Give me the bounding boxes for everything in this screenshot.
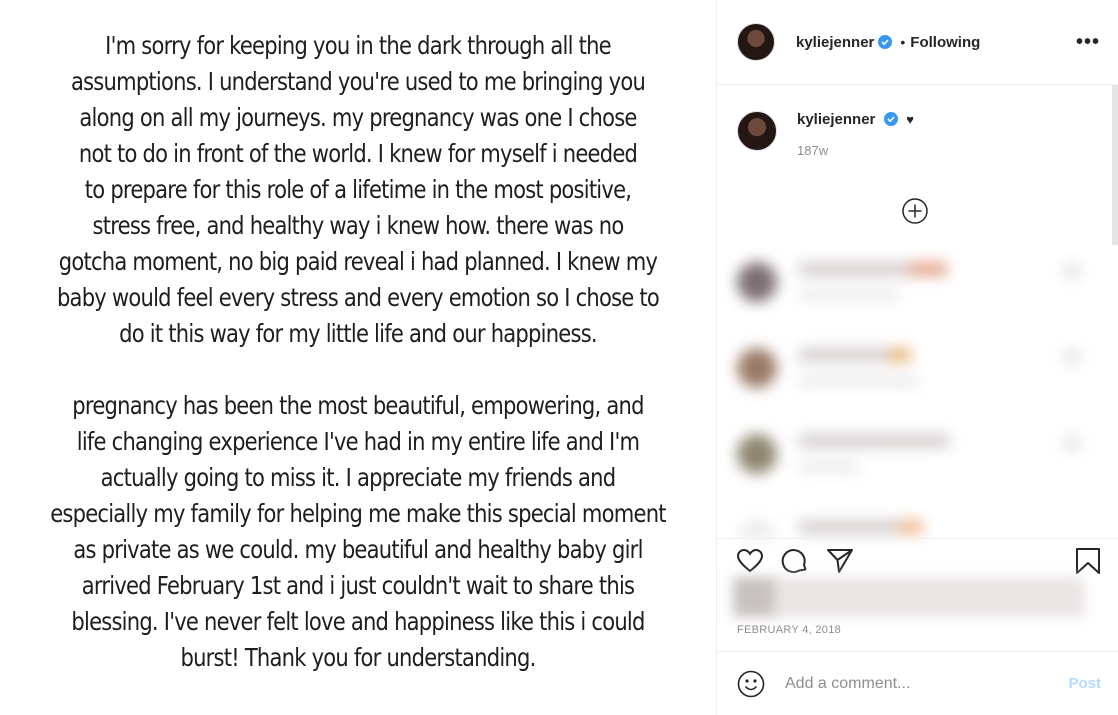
heart-icon — [1063, 262, 1081, 280]
avatar — [737, 348, 777, 388]
post-side-panel: kyliejenner • Following ••• kyliejenner … — [716, 0, 1118, 715]
avatar — [737, 434, 777, 474]
emoji-icon[interactable] — [737, 670, 765, 698]
post-text-line: I'm sorry for keeping you in the dark th… — [105, 31, 611, 60]
list-item — [731, 420, 1111, 506]
post-text-line: along on all my journeys. my pregnancy w… — [79, 103, 637, 132]
share-icon[interactable] — [825, 546, 855, 576]
post-image[interactable]: I'm sorry for keeping you in the dark th… — [0, 0, 716, 715]
post-text-line: gotcha moment, no big paid reveal i had … — [58, 247, 658, 276]
post-text-line: baby would feel every stress and every e… — [56, 283, 660, 312]
save-bookmark-icon[interactable] — [1073, 546, 1103, 576]
list-item — [731, 506, 1111, 538]
separator-dot: • — [900, 34, 906, 50]
post-text-line: assumptions. I understand you're used to… — [70, 67, 646, 96]
blurred-comments — [731, 248, 1111, 538]
avatar[interactable] — [737, 23, 775, 61]
post-actions — [717, 538, 1118, 582]
header-username[interactable]: kyliejenner — [796, 34, 874, 51]
post-button[interactable]: Post — [1068, 675, 1101, 692]
post-text-paragraph-2: pregnancy has been the most beautiful, e… — [23, 388, 694, 676]
verified-badge-icon — [883, 112, 898, 126]
post-text-line: blessing. I've never felt love and happi… — [71, 607, 645, 636]
avatar — [737, 262, 777, 302]
post-text-line: pregnancy has been the most beautiful, e… — [72, 391, 644, 420]
caption-avatar[interactable] — [737, 111, 777, 151]
post-text-line: to prepare for this role of a lifetime i… — [84, 175, 632, 204]
caption-username[interactable]: kyliejenner — [797, 111, 875, 128]
post-text-line: actually going to miss it. I appreciate … — [100, 463, 616, 492]
caption: kyliejenner ♥ 187w — [717, 85, 1118, 158]
post-text-line: do it this way for my little life and ou… — [119, 319, 597, 348]
post-text-line: life changing experience I've had in my … — [76, 427, 640, 456]
avatar — [737, 520, 777, 538]
like-heart-icon[interactable] — [735, 546, 765, 576]
blurred-likes — [733, 577, 1085, 617]
load-more-comments-icon[interactable] — [901, 197, 929, 225]
post-date[interactable]: FEBRUARY 4, 2018 — [737, 624, 841, 636]
comment-input[interactable] — [785, 674, 1069, 693]
caption-body: kyliejenner ♥ 187w — [797, 111, 914, 158]
heart-icon — [1063, 348, 1081, 366]
post-text-line: especially my family for helping me make… — [50, 499, 666, 528]
more-options-icon[interactable]: ••• — [1076, 31, 1100, 54]
following-button[interactable]: Following — [910, 34, 980, 51]
post-header: kyliejenner • Following ••• — [717, 0, 1118, 85]
comment-icon[interactable] — [780, 546, 810, 576]
caption-text: ♥ — [906, 112, 915, 127]
post-text-line: as private as we could. my beautiful and… — [73, 535, 643, 564]
caption-time[interactable]: 187w — [797, 143, 914, 158]
comment-form: Post — [717, 651, 1118, 715]
list-item — [731, 248, 1111, 334]
post-text-line: not to do in front of the world. I knew … — [78, 139, 638, 168]
post-text-line: burst! Thank you for understanding. — [180, 643, 536, 672]
list-item — [731, 334, 1111, 420]
post-text-line: arrived February 1st and i just couldn't… — [81, 571, 635, 600]
post-text-line: stress free, and healthy way i knew how.… — [92, 211, 625, 240]
heart-icon — [1063, 434, 1081, 452]
post-text-paragraph-1: I'm sorry for keeping you in the dark th… — [23, 28, 694, 352]
verified-badge-icon — [878, 35, 893, 49]
